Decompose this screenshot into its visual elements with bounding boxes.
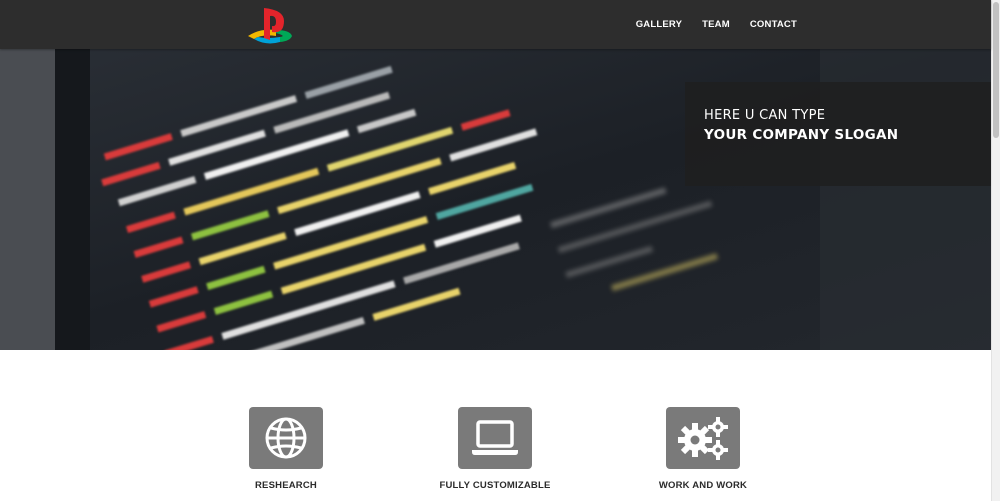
feature-work: WORK AND WORK <box>623 407 783 491</box>
page: GALLERY TEAM CONTACT HERE U CAN TYPE YOU… <box>0 0 1000 501</box>
feature-customizable: FULLY CUSTOMIZABLE <box>415 407 575 491</box>
slogan-line-2: YOUR COMPANY SLOGAN <box>704 127 899 143</box>
page-scrollbar[interactable] <box>991 0 1000 501</box>
nav-links: GALLERY TEAM CONTACT <box>616 0 797 49</box>
hero-banner: HERE U CAN TYPE YOUR COMPANY SLOGAN <box>0 49 991 350</box>
feature-label: FULLY CUSTOMIZABLE <box>439 480 551 491</box>
feature-label: WORK AND WORK <box>658 480 748 491</box>
nav-link-gallery[interactable]: GALLERY <box>636 19 682 30</box>
scrollbar-thumb[interactable] <box>993 2 999 138</box>
slogan-box: HERE U CAN TYPE YOUR COMPANY SLOGAN <box>685 82 991 186</box>
features-section: RESHEARCH FULLY CUSTOMIZABLE WORK AND WO… <box>0 350 991 501</box>
globe-icon <box>249 407 323 469</box>
feature-label: RESHEARCH <box>255 480 317 491</box>
feature-research: RESHEARCH <box>206 407 366 491</box>
laptop-icon <box>458 407 532 469</box>
navbar: GALLERY TEAM CONTACT <box>0 0 991 49</box>
nav-link-contact[interactable]: CONTACT <box>750 19 797 30</box>
slogan-line-1: HERE U CAN TYPE <box>704 108 826 123</box>
gears-icon <box>666 407 740 469</box>
nav-link-team[interactable]: TEAM <box>702 19 730 30</box>
playstation-logo-icon[interactable] <box>246 6 294 46</box>
